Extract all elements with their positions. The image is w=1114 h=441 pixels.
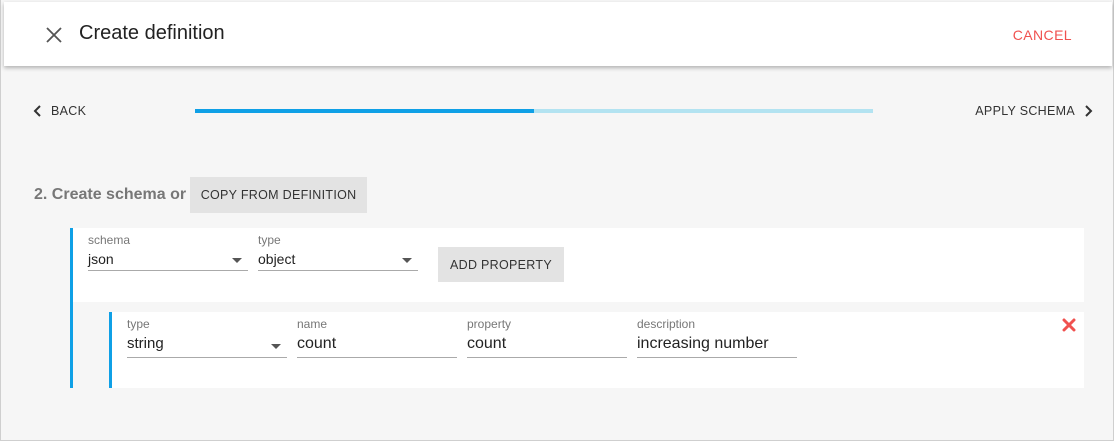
type-select[interactable]: type object [258, 233, 418, 271]
schema-select-value[interactable]: json [88, 251, 248, 271]
property-type-value[interactable]: string [127, 335, 287, 358]
property-description-field[interactable]: description increasing number [637, 317, 797, 358]
schema-block: schema json type object ADD PROPERTY typ… [70, 228, 1084, 388]
chevron-right-icon [1085, 105, 1093, 117]
property-type-label: type [127, 317, 150, 331]
dropdown-arrow-icon [232, 258, 242, 263]
apply-schema-button[interactable]: APPLY SCHEMA [975, 104, 1093, 118]
step-label: 2. Create schema or [34, 186, 187, 203]
back-label: BACK [51, 104, 87, 118]
close-icon[interactable] [42, 23, 66, 47]
schema-select[interactable]: schema json [88, 233, 248, 271]
property-type-select[interactable]: type string [127, 317, 287, 358]
cancel-button[interactable]: CANCEL [1013, 27, 1072, 43]
property-description-label: description [637, 317, 696, 331]
property-name-label: name [297, 317, 328, 331]
stepper: BACK APPLY SCHEMA [1, 90, 1114, 134]
dialog-frame: Create definition CANCEL BACK APPLY SCHE… [0, 0, 1114, 441]
property-description-input[interactable]: increasing number [637, 335, 797, 358]
schema-select-text: json [88, 251, 114, 267]
add-property-button[interactable]: ADD PROPERTY [438, 247, 564, 282]
schema-select-label: schema [88, 233, 131, 247]
type-select-value[interactable]: object [258, 251, 418, 271]
type-select-label: type [258, 233, 281, 247]
dropdown-arrow-icon [402, 258, 412, 263]
type-select-text: object [258, 251, 296, 267]
progress-fill [195, 109, 534, 113]
delete-property-icon[interactable] [1062, 318, 1076, 332]
step-header: 2. Create schema or COPY FROM DEFINITION [34, 177, 368, 213]
property-name-input[interactable]: count [297, 335, 457, 358]
apply-schema-label: APPLY SCHEMA [975, 104, 1075, 118]
dropdown-arrow-icon [271, 344, 281, 349]
progress-track [195, 109, 873, 113]
property-property-input[interactable]: count [467, 335, 627, 358]
property-property-field[interactable]: property count [467, 317, 627, 358]
chevron-left-icon [33, 105, 41, 117]
schema-fields: schema json type object ADD PROPERTY [73, 228, 1084, 302]
back-button[interactable]: BACK [33, 104, 86, 118]
copy-from-definition-button[interactable]: COPY FROM DEFINITION [190, 177, 368, 213]
property-type-text: string [127, 335, 164, 352]
dialog-title: Create definition [79, 22, 225, 44]
property-name-field[interactable]: name count [297, 317, 457, 358]
property-row: type string name count property count de… [109, 312, 1084, 388]
property-property-label: property [467, 317, 512, 331]
dialog-header: Create definition CANCEL [4, 2, 1112, 66]
